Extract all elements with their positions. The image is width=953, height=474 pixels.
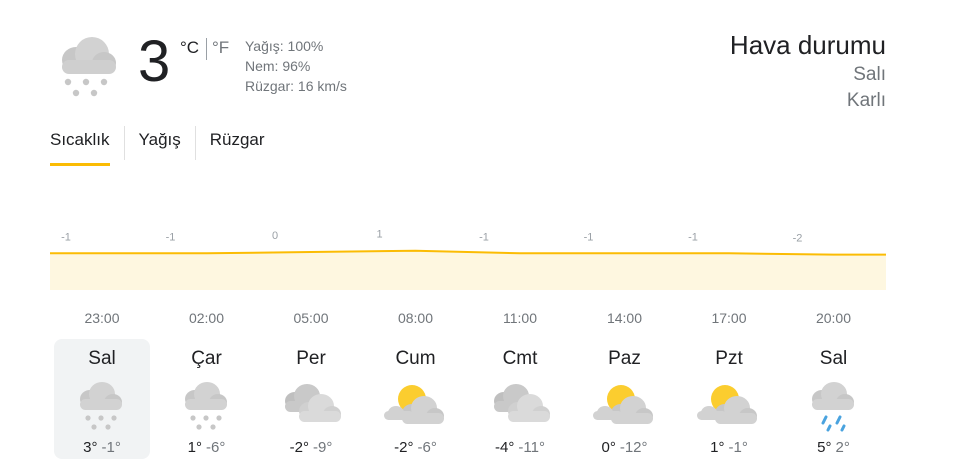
time-label: 11:00: [503, 310, 537, 326]
forecast-high: 5°: [817, 439, 832, 456]
cloudy-icon: [285, 384, 341, 422]
forecast-temps: -2° -6°: [368, 439, 464, 456]
forecast-day-name: Cmt: [502, 348, 538, 369]
weather-details: Yağış: 100% Nem: 96% Rüzgar: 16 km/s: [245, 36, 347, 96]
humidity-text: Nem: 96%: [245, 58, 311, 74]
time-label: 17:00: [711, 310, 747, 326]
forecast-day[interactable]: Per -2° -9°: [263, 339, 359, 459]
forecast-high: 1°: [710, 439, 725, 456]
temperature-area: [50, 250, 886, 290]
forecast-high: 0°: [601, 439, 616, 456]
forecast-day[interactable]: Cmt -4° -11°: [472, 339, 568, 459]
forecast-high: 3°: [83, 439, 98, 456]
forecast-low: -12°: [619, 439, 648, 456]
snow-cloud-icon: [62, 37, 116, 97]
celsius-toggle[interactable]: °C: [180, 38, 199, 58]
forecast-temps: -2° -9°: [263, 439, 359, 456]
forecast-low: -6°: [206, 439, 226, 456]
forecast-day[interactable]: Sal 3° -1°: [54, 339, 150, 459]
forecast-day-name: Per: [296, 348, 326, 369]
current-temperature: 3: [138, 29, 171, 94]
location-summary: Hava durumu Salı Karlı: [730, 28, 886, 114]
forecast-day-name: Cum: [395, 348, 436, 369]
time-label: 08:00: [397, 310, 434, 326]
rain-cloud-icon: [811, 382, 854, 432]
snow-cloud-icon: [80, 382, 122, 430]
forecast-day[interactable]: Cum -2° -6°: [368, 339, 464, 459]
current-condition: Karlı: [846, 90, 886, 111]
partly-cloudy-icon: [697, 385, 757, 424]
daily-forecast: Sal 3° -1° Çar 1° -6° Per -2° -9° Cum -2° -6° Cm…: [50, 339, 886, 459]
time-label: 20:00: [815, 310, 852, 326]
forecast-temps: 1° -1°: [681, 439, 777, 456]
forecast-day-name: Çar: [191, 348, 222, 369]
wind-text: Rüzgar: 16 km/s: [245, 78, 347, 94]
forecast-day-name: Paz: [608, 348, 641, 369]
forecast-high: -4°: [495, 439, 515, 456]
forecast-low: -9°: [313, 439, 333, 456]
tab-bar: Sıcaklık Yağış Rüzgar: [50, 126, 279, 166]
tab-wind[interactable]: Rüzgar: [196, 126, 279, 160]
temperature-data-label: -1: [584, 231, 594, 243]
temperature-data-label: 0: [272, 230, 278, 242]
time-label: 02:00: [188, 310, 225, 326]
forecast-low: -1°: [728, 439, 748, 456]
forecast-day-name: Sal: [88, 348, 116, 369]
temperature-data-label: -1: [479, 231, 489, 243]
time-label: 23:00: [84, 310, 120, 326]
temperature-data-label: -1: [688, 231, 698, 243]
temperature-data-label: -2: [793, 233, 803, 245]
time-axis: 23:00 02:00 05:00 08:00 11:00 14:00 17:00 20:00: [50, 310, 886, 330]
forecast-high: 1°: [187, 439, 202, 456]
partly-cloudy-icon: [592, 385, 653, 424]
precipitation-text: Yağış: 100%: [245, 38, 324, 54]
time-label: 05:00: [293, 310, 329, 326]
forecast-low: -1°: [101, 439, 121, 456]
fahrenheit-toggle[interactable]: °F: [212, 38, 229, 58]
temperature-data-label: -1: [61, 231, 71, 243]
forecast-temps: 3° -1°: [54, 439, 150, 456]
forecast-low: -6°: [417, 439, 437, 456]
forecast-day-name: Sal: [819, 348, 848, 369]
time-label: 14:00: [606, 310, 643, 326]
temperature-chart: -1 -1 0 1 -1 -1 -1 -2: [50, 229, 886, 290]
forecast-temps: 1° -6°: [159, 439, 255, 456]
forecast-high: -2°: [394, 439, 414, 456]
temperature-data-label: -1: [166, 231, 176, 243]
tab-temperature[interactable]: Sıcaklık: [50, 126, 125, 166]
unit-divider: [206, 38, 207, 60]
forecast-day[interactable]: Paz 0° -12°: [577, 339, 673, 459]
forecast-low: 2°: [835, 439, 850, 456]
weather-title: Hava durumu: [729, 30, 886, 60]
cloudy-icon: [494, 384, 550, 422]
forecast-temps: 0° -12°: [577, 439, 673, 456]
forecast-day[interactable]: Çar 1° -6°: [159, 339, 255, 459]
forecast-day[interactable]: Sal 5° 2°: [786, 339, 882, 459]
forecast-day[interactable]: Pzt 1° -1°: [681, 339, 777, 459]
forecast-temps: -4° -11°: [472, 439, 568, 456]
current-day: Salı: [853, 64, 886, 85]
partly-cloudy-icon: [383, 385, 444, 424]
forecast-low: -11°: [518, 439, 545, 456]
snow-cloud-icon: [184, 382, 227, 430]
forecast-high: -2°: [289, 439, 309, 456]
forecast-day-name: Pzt: [715, 348, 743, 369]
tab-precipitation[interactable]: Yağış: [125, 126, 196, 160]
forecast-temps: 5° 2°: [786, 439, 882, 456]
temperature-data-label: 1: [376, 229, 382, 241]
